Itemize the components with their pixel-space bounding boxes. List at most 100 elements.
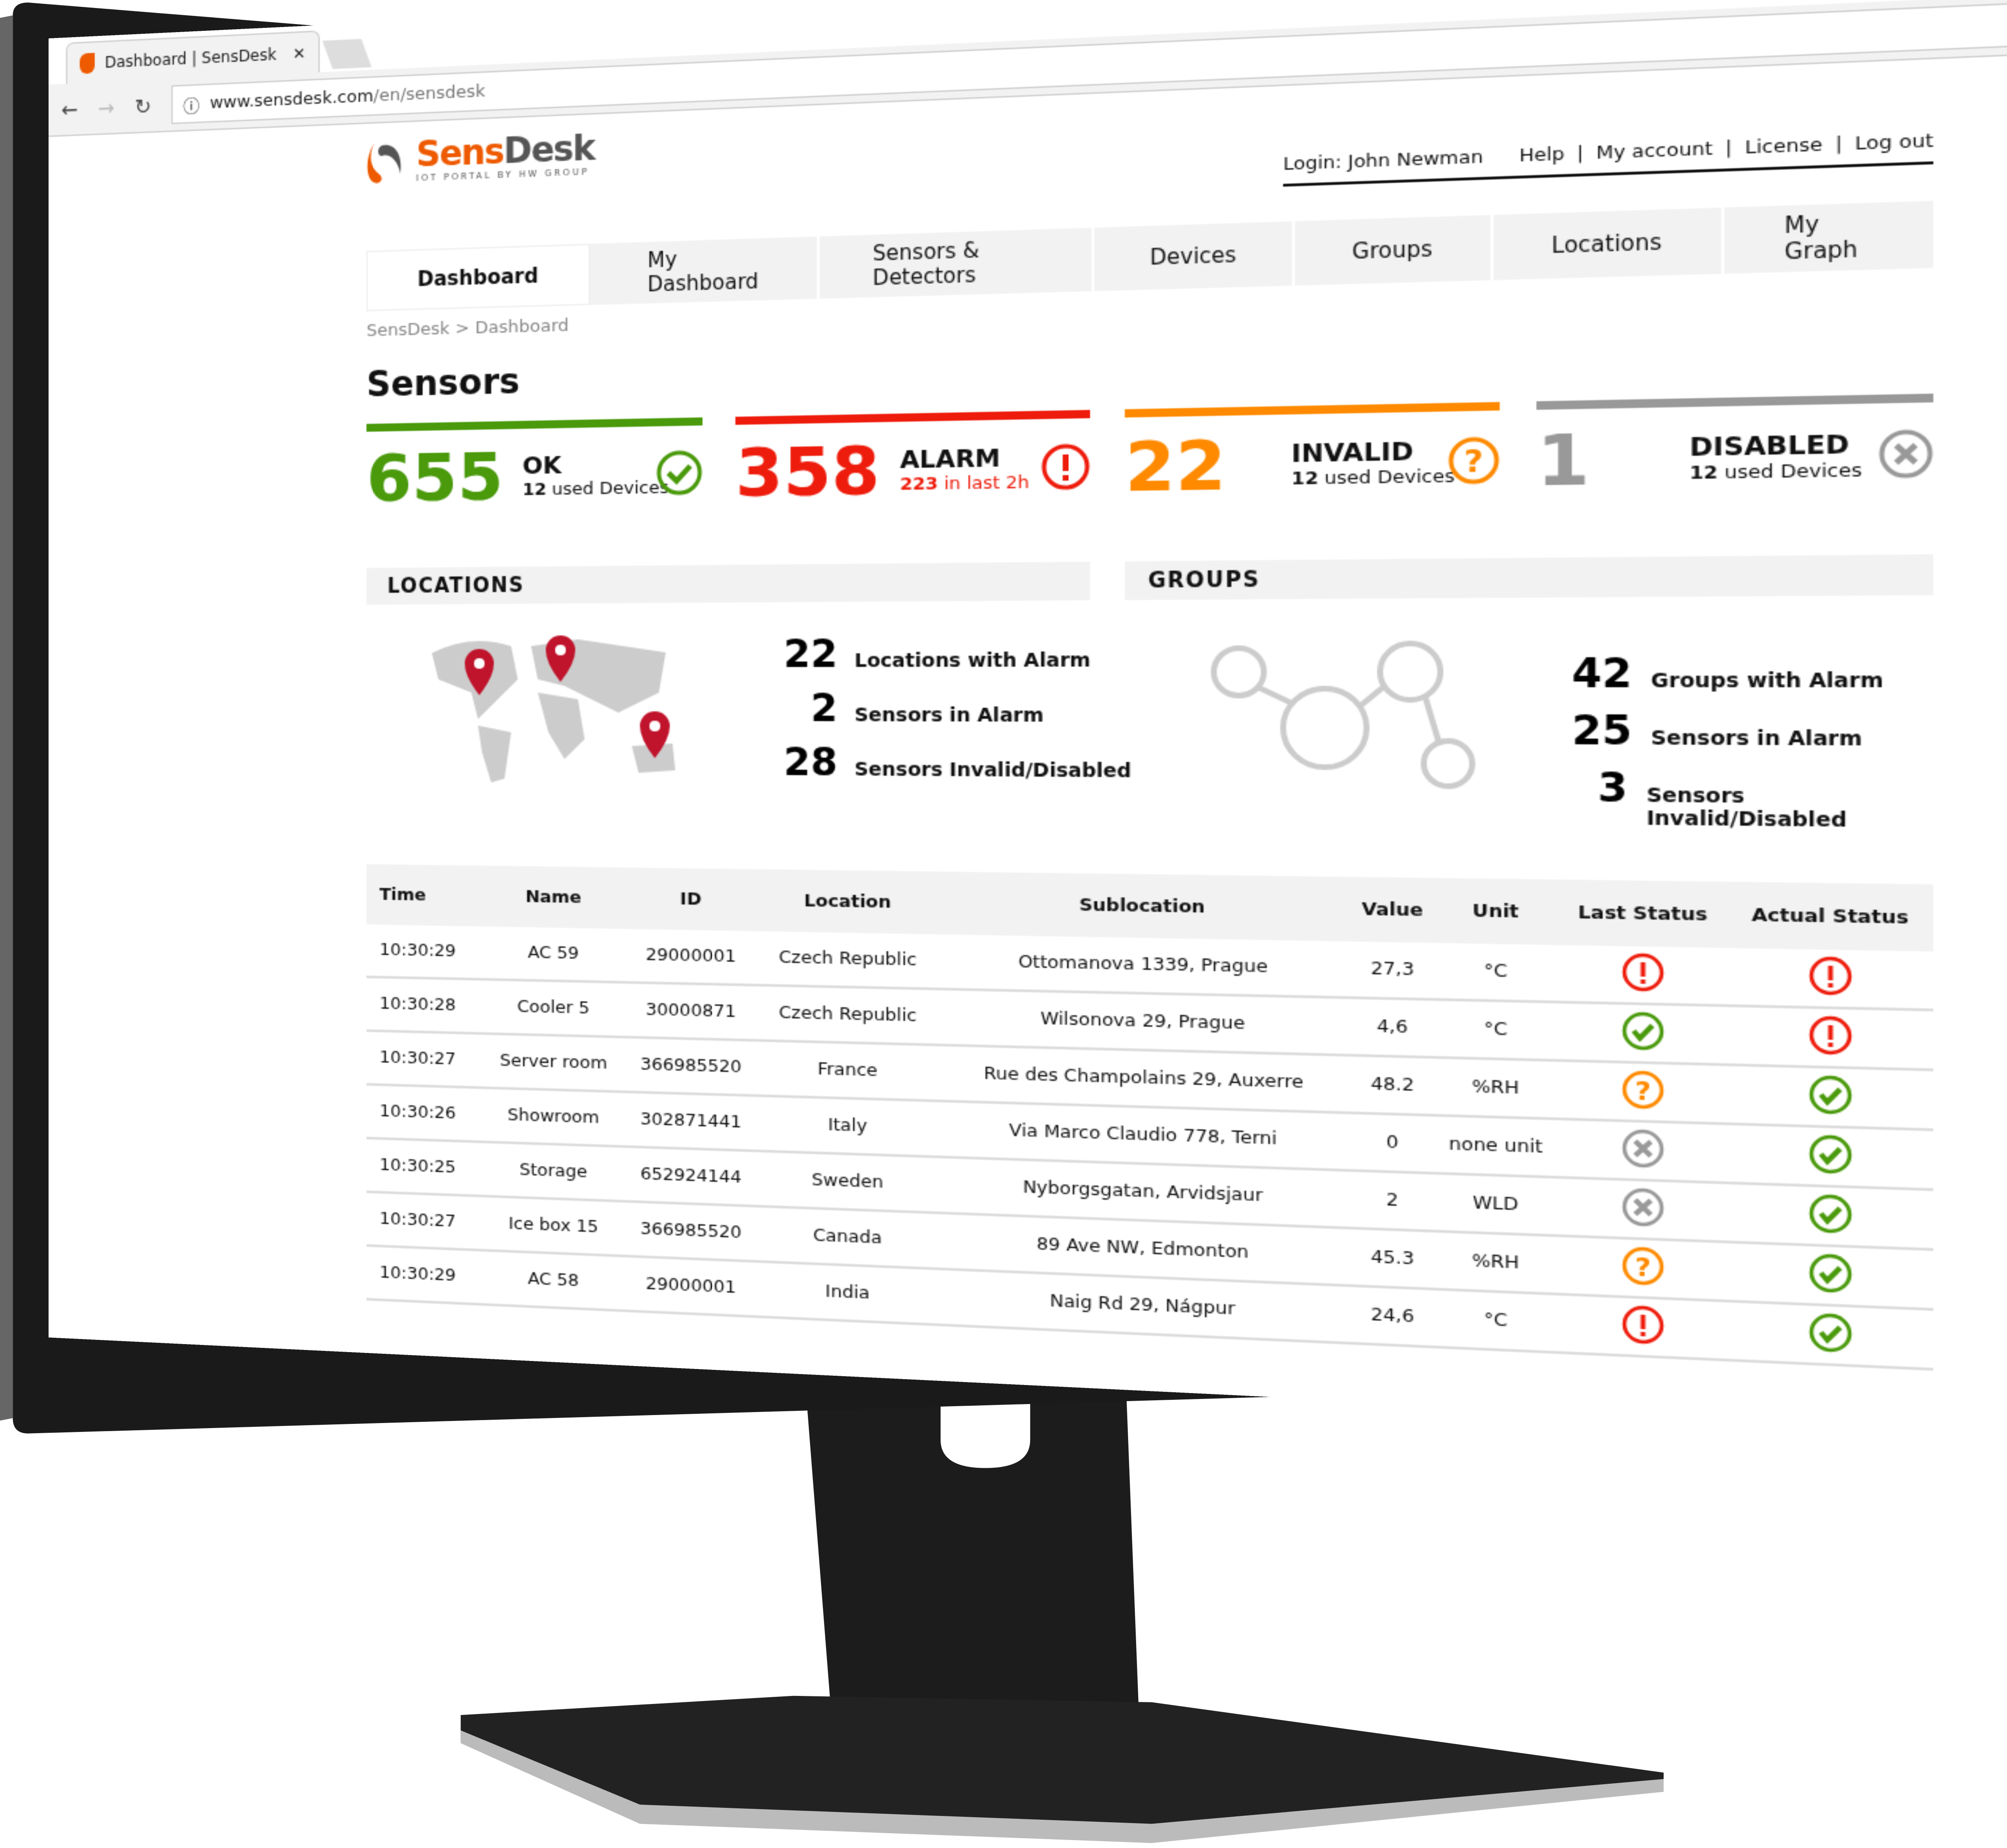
tab-my-dashboard[interactable]: My Dashboard: [590, 236, 820, 305]
locations-with-alarm[interactable]: 22 Locations with Alarm: [782, 631, 1131, 686]
url-path: /en/sensdesk: [373, 81, 486, 106]
ok-sub-text: used Devices: [552, 478, 669, 500]
back-icon[interactable]: ←: [61, 97, 78, 122]
figure-number: 3: [1597, 764, 1628, 812]
table-cell-value: 27,3: [1351, 941, 1434, 1000]
disabled-label: DISABLED: [1689, 430, 1849, 463]
stat-ok[interactable]: 655 OK 12 used Devices: [366, 417, 703, 521]
table-cell-time: 10:30:29: [366, 924, 483, 980]
status-ok-icon: [1808, 1073, 1852, 1115]
column-header[interactable]: Actual Status: [1727, 882, 1934, 952]
disabled-sub-num: 12: [1689, 463, 1718, 485]
figure-number: 25: [1572, 707, 1632, 755]
table-cell-unit: %RH: [1433, 1231, 1558, 1294]
actual-status-cell: [1727, 1064, 1934, 1130]
invalid-sub-text: used Devices: [1324, 466, 1455, 490]
column-header[interactable]: Name: [483, 865, 625, 929]
column-header[interactable]: Unit: [1433, 878, 1558, 945]
table-cell-location: Czech Republic: [758, 985, 938, 1045]
column-header[interactable]: Sublocation: [938, 871, 1352, 942]
table-cell-location: Sweden: [758, 1151, 938, 1213]
table-cell-id: 366985520: [624, 1037, 758, 1096]
ok-sub-num: 12: [522, 480, 547, 501]
stat-invalid[interactable]: 22 INVALID 12 used Devices ?: [1125, 402, 1500, 512]
location-sensors-invalid[interactable]: 28 Sensors Invalid/Disabled: [782, 740, 1131, 797]
invalid-sub-num: 12: [1291, 468, 1319, 490]
alarm-sub-text: in last 2h: [944, 473, 1030, 495]
table-cell-unit: WLD: [1433, 1173, 1558, 1236]
my-account-link[interactable]: My account: [1596, 139, 1713, 165]
tab-locations[interactable]: Locations: [1493, 207, 1725, 280]
table-cell-location: India: [758, 1261, 938, 1325]
help-link[interactable]: Help: [1519, 144, 1565, 167]
tab-my-graph[interactable]: My Graph: [1724, 201, 1933, 274]
table-cell-location: Canada: [758, 1206, 938, 1269]
figure-label: Sensors Invalid/Disabled: [1646, 784, 1847, 833]
group-sensors-invalid[interactable]: 3 Sensors Invalid/Disabled: [1570, 764, 1934, 833]
column-header[interactable]: Value: [1351, 876, 1434, 943]
table-cell-name: Storage: [483, 1142, 625, 1201]
main-nav: Dashboard My Dashboard Sensors & Detecto…: [366, 201, 1934, 311]
url-host: www.sensdesk.com: [209, 86, 374, 113]
new-tab-button[interactable]: [322, 39, 372, 69]
locations-figures: 22 Locations with Alarm 2 Sensors in Alarm…: [782, 631, 1131, 797]
status-ok-icon: [1808, 1252, 1852, 1294]
table-cell-location: Czech Republic: [758, 931, 938, 989]
table-cell-value: 45.3: [1351, 1228, 1434, 1289]
actual-status-cell: [1727, 1005, 1934, 1070]
table-cell-id: 366985520: [624, 1201, 758, 1262]
logout-link[interactable]: Log out: [1855, 131, 1933, 155]
invalid-count: 22: [1125, 425, 1226, 508]
table-cell-sublocation: Wilsonova 29, Prague: [938, 989, 1352, 1056]
tab-devices[interactable]: Devices: [1095, 221, 1296, 291]
table-cell-name: Server room: [483, 1033, 625, 1092]
reload-icon[interactable]: ↻: [135, 93, 152, 119]
column-header[interactable]: ID: [624, 867, 758, 931]
invalid-label: INVALID: [1291, 437, 1414, 469]
svg-text:?: ?: [1634, 1075, 1651, 1106]
info-icon: ⓘ: [183, 96, 200, 117]
location-sensors-in-alarm[interactable]: 2 Sensors in Alarm: [782, 686, 1131, 741]
breadcrumb: SensDesk > Dashboard: [367, 316, 569, 341]
page-title: Sensors: [366, 362, 520, 406]
close-tab-icon[interactable]: ✕: [293, 44, 306, 63]
table-cell-id: 29000001: [624, 929, 758, 985]
status-alarm-icon: [1621, 951, 1664, 992]
world-map-icon[interactable]: [419, 626, 686, 787]
groups-figures: 42 Groups with Alarm 25 Sensors in Alarm 3…: [1570, 649, 1934, 833]
groups-with-alarm[interactable]: 42 Groups with Alarm: [1570, 649, 1934, 708]
groups-network-icon[interactable]: [1209, 636, 1493, 792]
license-link[interactable]: License: [1745, 135, 1822, 159]
table-cell-name: Cooler 5: [483, 979, 625, 1037]
last-status-cell: [1558, 1177, 1728, 1242]
stat-disabled[interactable]: 1 DISABLED 12 used Devices: [1536, 393, 1934, 507]
table-cell-id: 652924144: [624, 1146, 758, 1206]
figure-label: Sensors in Alarm: [854, 705, 1044, 727]
table-cell-value: 24,6: [1351, 1285, 1434, 1347]
tab-groups[interactable]: Groups: [1295, 215, 1493, 286]
ok-check-icon: [656, 449, 703, 496]
forward-icon[interactable]: →: [98, 95, 114, 120]
table-cell-value: 48.2: [1351, 1055, 1434, 1116]
logo-text-desk: Desk: [503, 129, 595, 173]
figure-label: Sensors in Alarm: [1651, 727, 1863, 751]
column-header[interactable]: Last Status: [1558, 879, 1728, 948]
figure-number: 22: [783, 631, 838, 677]
stat-alarm[interactable]: 358 ALARM 223 in last 2h: [735, 410, 1090, 517]
login-label: Login: John Newman: [1283, 147, 1483, 176]
column-header[interactable]: Location: [758, 869, 938, 934]
table-cell-name: AC 58: [483, 1250, 625, 1311]
table-cell-time: 10:30:27: [366, 1030, 483, 1088]
last-status-cell: [1558, 1119, 1728, 1183]
status-ok-icon: [1808, 1132, 1852, 1174]
status-alarm-icon: [1808, 1014, 1852, 1056]
status-ok-icon: [1808, 1192, 1852, 1234]
tab-sensors-detectors[interactable]: Sensors & Detectors: [819, 227, 1095, 299]
sensor-stats: 655 OK 12 used Devices 358 ALARM 223 in …: [366, 393, 1934, 521]
breadcrumb-root[interactable]: SensDesk: [367, 319, 450, 341]
tab-dashboard[interactable]: Dashboard: [366, 244, 591, 311]
group-sensors-in-alarm[interactable]: 25 Sensors in Alarm: [1570, 707, 1934, 766]
sensdesk-favicon-icon: [79, 52, 95, 73]
table-cell-unit: °C: [1433, 1289, 1558, 1353]
column-header[interactable]: Time: [366, 864, 483, 927]
